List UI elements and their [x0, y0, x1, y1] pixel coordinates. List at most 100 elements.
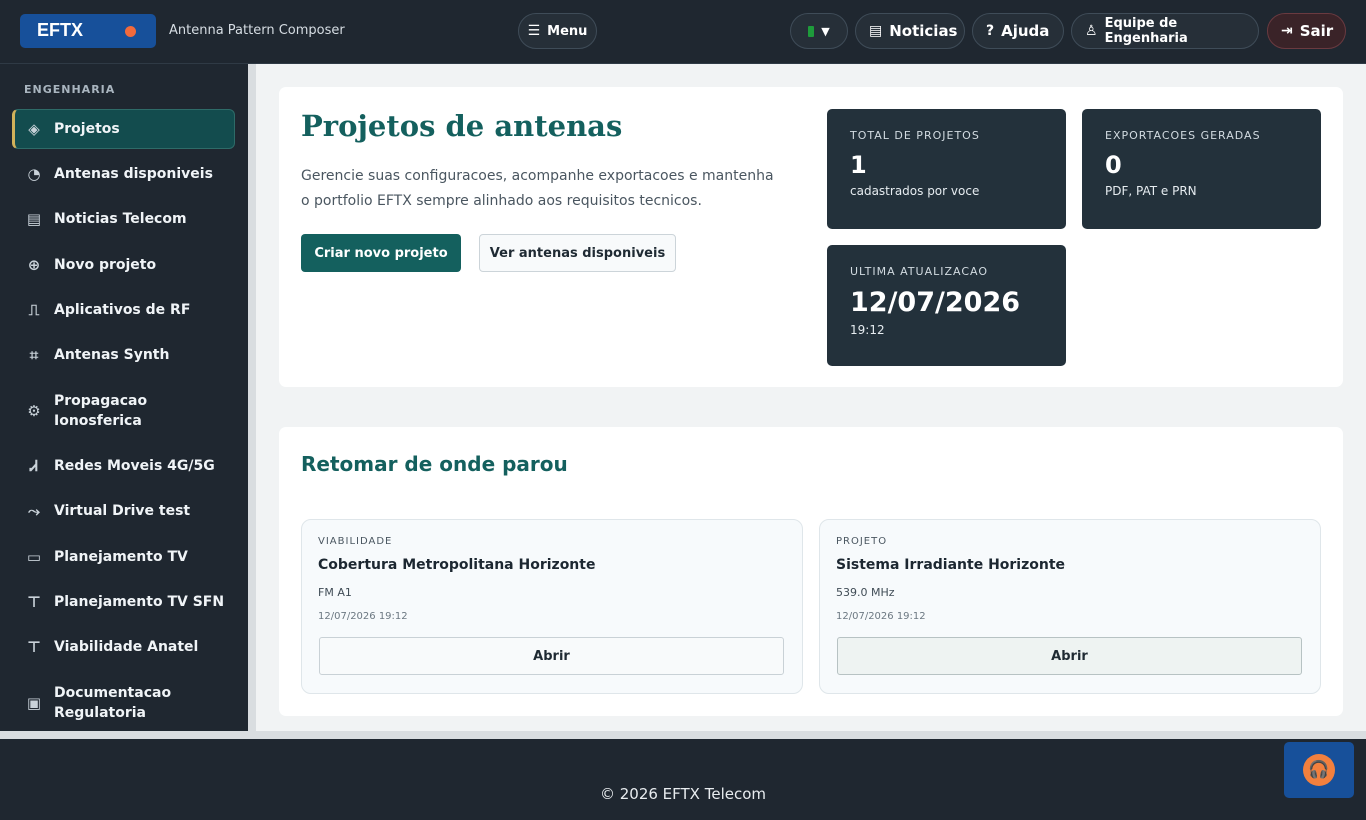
- headset-icon: 🎧: [1303, 754, 1335, 786]
- view-antennas-button[interactable]: Ver antenas disponiveis: [479, 234, 676, 272]
- chevron-down-icon: ▼: [821, 24, 830, 38]
- sidebar-item-label: Aplicativos de RF: [54, 302, 191, 318]
- question-circle-icon: ?: [986, 23, 995, 39]
- sidebar-item-label: Antenas disponiveis: [54, 166, 213, 182]
- resume-name: Sistema Irradiante Horizonte: [836, 557, 1066, 573]
- sidebar-item-label: Planejamento TV SFN: [54, 594, 225, 610]
- sidebar-item-virtual-drive[interactable]: ⤳ Virtual Drive test: [12, 501, 235, 521]
- sidebar-section-title: ENGENHARIA: [24, 83, 116, 96]
- sidebar-item-label: Noticias Telecom: [54, 211, 187, 227]
- sign-out-icon: ⇥: [1281, 23, 1293, 39]
- projects-hero-card: Projetos de antenas Gerencie suas config…: [279, 87, 1343, 387]
- sidebar-item-noticias[interactable]: ▤ Noticias Telecom: [12, 209, 235, 229]
- sidebar-item-propagacao[interactable]: ⚙ Propagacao Ionosferica: [12, 391, 192, 431]
- language-select[interactable]: ▼: [790, 13, 848, 49]
- cell-tower-icon: Ꮧ: [30, 457, 38, 475]
- sidebar-item-label: Planejamento TV: [54, 549, 188, 565]
- sidebar-item-aplicativos-rf[interactable]: ⎍ Aplicativos de RF: [12, 300, 235, 320]
- resume-band: FM A1: [318, 586, 352, 599]
- logout-button[interactable]: ⇥ Sair: [1267, 13, 1346, 49]
- team-label: Equipe de Engenharia: [1104, 16, 1188, 46]
- newspaper-icon: ▤: [869, 23, 883, 39]
- sidebar-item-label: Novo projeto: [54, 257, 157, 273]
- stat-value: 12/07/2026: [850, 287, 1021, 318]
- layers-icon: ◈: [28, 120, 40, 138]
- sidebar: ENGENHARIA ◈ Projetos ◔ Antenas disponiv…: [0, 64, 248, 731]
- create-project-button[interactable]: Criar novo projeto: [301, 234, 461, 272]
- resume-kind: VIABILIDADE: [318, 536, 393, 547]
- page-title: Projetos de antenas: [301, 109, 623, 143]
- newspaper-icon: ▤: [26, 210, 42, 228]
- logout-label: Sair: [1299, 22, 1334, 40]
- sidebar-item-antenas[interactable]: ◔ Antenas disponiveis: [12, 164, 235, 184]
- route-icon: ⤳: [27, 502, 40, 520]
- sidebar-item-documentacao[interactable]: ▣ Documentacao Regulatoria: [12, 683, 192, 723]
- file-plus-icon: ⊕: [27, 256, 41, 274]
- user-icon: ♙: [1085, 23, 1098, 39]
- support-chat-button[interactable]: 🎧: [1284, 742, 1354, 798]
- gear-icon: ⚙: [27, 402, 41, 420]
- resume-band: 539.0 MHz: [836, 586, 895, 599]
- open-button[interactable]: Abrir: [319, 637, 784, 675]
- news-button[interactable]: ▤ Noticias: [855, 13, 965, 49]
- resume-card: Retomar de onde parou VIABILIDADE Cobert…: [279, 427, 1343, 716]
- stat-label: EXPORTACOES GERADAS: [1105, 129, 1261, 142]
- status-dot-icon: [125, 26, 136, 37]
- vector-shape-icon: ⌗: [29, 346, 39, 364]
- broadcast-tower-icon: ⊤: [27, 593, 41, 611]
- monitor-icon: ▭: [26, 548, 42, 566]
- sidebar-item-projetos[interactable]: ◈ Projetos: [12, 109, 235, 149]
- resume-kind: PROJETO: [836, 536, 888, 547]
- resume-time: 12/07/2026 19:12: [836, 611, 926, 622]
- user-menu-button[interactable]: ♙ Equipe de Engenharia: [1071, 13, 1259, 49]
- help-button[interactable]: ? Ajuda: [972, 13, 1064, 49]
- sidebar-item-label: Redes Moveis 4G/5G: [54, 458, 215, 474]
- satellite-dish-icon: ◔: [27, 165, 41, 183]
- menu-button[interactable]: ☰ Menu: [518, 13, 597, 49]
- news-label: Noticias: [889, 22, 958, 40]
- top-bar: EFTX Antenna Pattern Composer ☰ Menu ▼ ▤…: [0, 0, 1366, 64]
- stat-subtext: cadastrados por voce: [850, 184, 980, 198]
- section-title: Retomar de onde parou: [301, 452, 568, 476]
- sidebar-item-label: Documentacao Regulatoria: [54, 685, 172, 721]
- resume-name: Cobertura Metropolitana Horizonte: [318, 557, 596, 573]
- footer: © 2026 EFTX Telecom: [0, 731, 1366, 820]
- broadcast-tower-icon: ⊤: [27, 638, 41, 656]
- sidebar-item-label: Virtual Drive test: [54, 503, 191, 519]
- sidebar-item-label: Viabilidade Anatel: [54, 639, 199, 655]
- stat-value: 1: [850, 151, 867, 179]
- sidebar-item-viabilidade-anatel[interactable]: ⊤ Viabilidade Anatel: [12, 637, 235, 657]
- menu-label: Menu: [547, 23, 588, 39]
- sidebar-item-label: Propagacao Ionosferica: [54, 393, 148, 429]
- page-description: Gerencie suas configuracoes, acompanhe e…: [301, 168, 774, 209]
- sidebar-item-planejamento-tv[interactable]: ▭ Planejamento TV: [12, 547, 235, 567]
- stat-value: 0: [1105, 151, 1122, 179]
- logo[interactable]: EFTX: [20, 14, 156, 48]
- stat-label: TOTAL DE PROJETOS: [850, 129, 980, 142]
- hamburger-icon: ☰: [527, 23, 541, 39]
- open-button[interactable]: Abrir: [837, 637, 1302, 675]
- main-content: Projetos de antenas Gerencie suas config…: [256, 64, 1366, 731]
- sidebar-item-redes-moveis[interactable]: Ꮧ Redes Moveis 4G/5G: [12, 456, 235, 476]
- sidebar-item-label: Antenas Synth: [54, 347, 170, 363]
- sidebar-item-antenas-synth[interactable]: ⌗ Antenas Synth: [12, 345, 235, 365]
- resume-time: 12/07/2026 19:12: [318, 611, 408, 622]
- clipboard-icon: ▣: [26, 694, 42, 712]
- app-subtitle: Antenna Pattern Composer: [169, 23, 345, 38]
- help-label: Ajuda: [1001, 22, 1050, 40]
- stat-subtext: 19:12: [850, 323, 885, 337]
- stat-exports: EXPORTACOES GERADAS 0 PDF, PAT e PRN: [1082, 109, 1321, 229]
- stat-last-update: ULTIMA ATUALIZACAO 12/07/2026 19:12: [827, 245, 1066, 366]
- flag-icon: [808, 25, 815, 37]
- stat-subtext: PDF, PAT e PRN: [1105, 184, 1197, 198]
- pulse-wave-icon: ⎍: [28, 301, 40, 319]
- sidebar-item-novo-projeto[interactable]: ⊕ Novo projeto: [12, 255, 235, 275]
- stat-total-projects: TOTAL DE PROJETOS 1 cadastrados por voce: [827, 109, 1066, 229]
- stat-label: ULTIMA ATUALIZACAO: [850, 265, 989, 278]
- logo-text: EFTX: [37, 20, 84, 40]
- copyright-text: © 2026 EFTX Telecom: [599, 785, 767, 803]
- resume-item: PROJETO Sistema Irradiante Horizonte 539…: [819, 519, 1321, 694]
- sidebar-scrollbar[interactable]: [248, 64, 256, 731]
- resume-item: VIABILIDADE Cobertura Metropolitana Hori…: [301, 519, 803, 694]
- sidebar-item-planejamento-tv-sfn[interactable]: ⊤ Planejamento TV SFN: [12, 592, 235, 612]
